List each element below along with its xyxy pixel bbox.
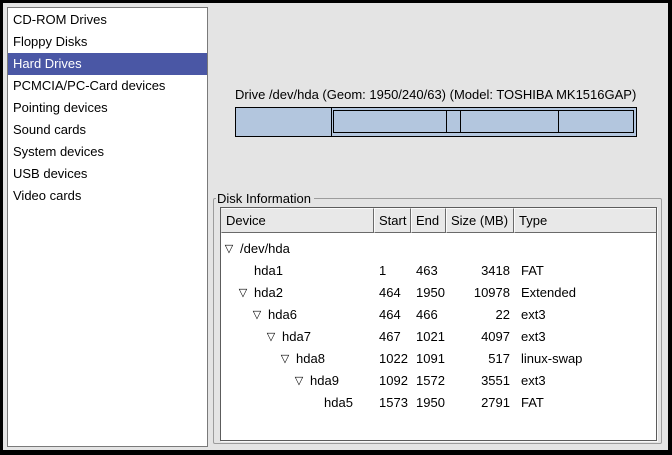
sidebar-item-hard-drives[interactable]: Hard Drives xyxy=(8,53,207,75)
sidebar-item-pointing-devices[interactable]: Pointing devices xyxy=(8,97,207,119)
type-cell: ext3 xyxy=(514,326,656,348)
sidebar-item-usb-devices[interactable]: USB devices xyxy=(8,163,207,185)
start-cell xyxy=(374,238,411,260)
expander-icon[interactable]: ▽ xyxy=(279,348,291,370)
expander-icon[interactable]: ▽ xyxy=(293,370,305,392)
sidebar-item-sound-cards[interactable]: Sound cards xyxy=(8,119,207,141)
device-cell: ▽ hda7 xyxy=(221,326,374,348)
partition-bar xyxy=(235,107,637,137)
table-body: ▽/dev/hdahda114633418FAT▽hda246419501097… xyxy=(221,233,656,414)
disk-information-frame: Disk Information DeviceStartEndSize (MB)… xyxy=(213,198,662,444)
column-header-size-mb-[interactable]: Size (MB) xyxy=(446,208,514,233)
type-cell: Extended xyxy=(514,282,656,304)
device-category-list: CD-ROM DrivesFloppy DisksHard DrivesPCMC… xyxy=(7,7,208,447)
start-cell: 467 xyxy=(374,326,411,348)
device-name: hda9 xyxy=(310,373,339,388)
device-cell: hda1 xyxy=(221,260,374,282)
device-name: hda8 xyxy=(296,351,325,366)
primary-partition-divider xyxy=(331,108,332,136)
logical-partition-divider xyxy=(460,111,461,132)
end-cell: 466 xyxy=(411,304,446,326)
expander-icon[interactable]: ▽ xyxy=(237,282,249,304)
device-cell: hda5 xyxy=(221,392,374,414)
size-cell: 3551 xyxy=(446,370,514,392)
table-row-hda7[interactable]: ▽ hda7 46710214097ext3 xyxy=(221,326,656,348)
size-cell: 22 xyxy=(446,304,514,326)
end-cell xyxy=(411,238,446,260)
table-row-hda5[interactable]: hda5 157319502791FAT xyxy=(221,392,656,414)
type-cell: linux-swap xyxy=(514,348,656,370)
device-name: hda7 xyxy=(282,329,311,344)
device-cell: ▽ /dev/hda xyxy=(221,238,374,260)
device-name: hda2 xyxy=(254,285,283,300)
start-cell: 1022 xyxy=(374,348,411,370)
type-cell: FAT xyxy=(514,260,656,282)
table-row-hda6[interactable]: ▽ hda6 46446622ext3 xyxy=(221,304,656,326)
device-name: hda5 xyxy=(324,395,353,410)
sidebar-item-system-devices[interactable]: System devices xyxy=(8,141,207,163)
start-cell: 1092 xyxy=(374,370,411,392)
device-cell: ▽ hda9 xyxy=(221,370,374,392)
device-name: hda1 xyxy=(254,263,283,278)
start-cell: 1573 xyxy=(374,392,411,414)
sidebar-item-floppy-disks[interactable]: Floppy Disks xyxy=(8,31,207,53)
table-row-hda2[interactable]: ▽ hda2 464195010978Extended xyxy=(221,282,656,304)
disk-information-table: DeviceStartEndSize (MB)Type ▽ /dev/hda hda… xyxy=(220,207,657,441)
end-cell: 1091 xyxy=(411,348,446,370)
type-cell: ext3 xyxy=(514,304,656,326)
size-cell: 3418 xyxy=(446,260,514,282)
start-cell: 464 xyxy=(374,304,411,326)
start-cell: 464 xyxy=(374,282,411,304)
table-header-row: DeviceStartEndSize (MB)Type xyxy=(221,208,656,233)
end-cell: 1572 xyxy=(411,370,446,392)
table-row-hda9[interactable]: ▽ hda9 109215723551ext3 xyxy=(221,370,656,392)
expander-icon[interactable]: ▽ xyxy=(251,304,263,326)
type-cell: FAT xyxy=(514,392,656,414)
sidebar-item-cd-rom-drives[interactable]: CD-ROM Drives xyxy=(8,9,207,31)
extended-partition-box xyxy=(333,110,634,133)
drive-title: Drive /dev/hda (Geom: 1950/240/63) (Mode… xyxy=(235,87,636,102)
logical-partition-divider xyxy=(446,111,447,132)
size-cell: 517 xyxy=(446,348,514,370)
start-cell: 1 xyxy=(374,260,411,282)
device-cell: ▽ hda2 xyxy=(221,282,374,304)
size-cell: 2791 xyxy=(446,392,514,414)
size-cell xyxy=(446,238,514,260)
expander-icon[interactable]: ▽ xyxy=(265,326,277,348)
table-row--dev-hda[interactable]: ▽ /dev/hda xyxy=(221,238,656,260)
table-row-hda1[interactable]: hda1 14633418FAT xyxy=(221,260,656,282)
device-name: hda6 xyxy=(268,307,297,322)
device-cell: ▽ hda8 xyxy=(221,348,374,370)
hardware-browser-window: CD-ROM DrivesFloppy DisksHard DrivesPCMC… xyxy=(0,0,672,455)
sidebar-item-pcmcia-pc-card-devices[interactable]: PCMCIA/PC-Card devices xyxy=(8,75,207,97)
device-cell: ▽ hda6 xyxy=(221,304,374,326)
column-header-device[interactable]: Device xyxy=(221,208,374,233)
table-row-hda8[interactable]: ▽ hda8 10221091517linux-swap xyxy=(221,348,656,370)
expander-icon[interactable]: ▽ xyxy=(223,238,235,260)
column-header-end[interactable]: End xyxy=(411,208,446,233)
size-cell: 10978 xyxy=(446,282,514,304)
column-header-type[interactable]: Type xyxy=(514,208,656,233)
disk-information-legend: Disk Information xyxy=(216,191,314,206)
type-cell xyxy=(514,238,656,260)
end-cell: 1021 xyxy=(411,326,446,348)
end-cell: 1950 xyxy=(411,282,446,304)
column-header-start[interactable]: Start xyxy=(374,208,411,233)
end-cell: 1950 xyxy=(411,392,446,414)
size-cell: 4097 xyxy=(446,326,514,348)
logical-partition-divider xyxy=(558,111,559,132)
type-cell: ext3 xyxy=(514,370,656,392)
sidebar-item-video-cards[interactable]: Video cards xyxy=(8,185,207,207)
device-name: /dev/hda xyxy=(240,241,290,256)
end-cell: 463 xyxy=(411,260,446,282)
